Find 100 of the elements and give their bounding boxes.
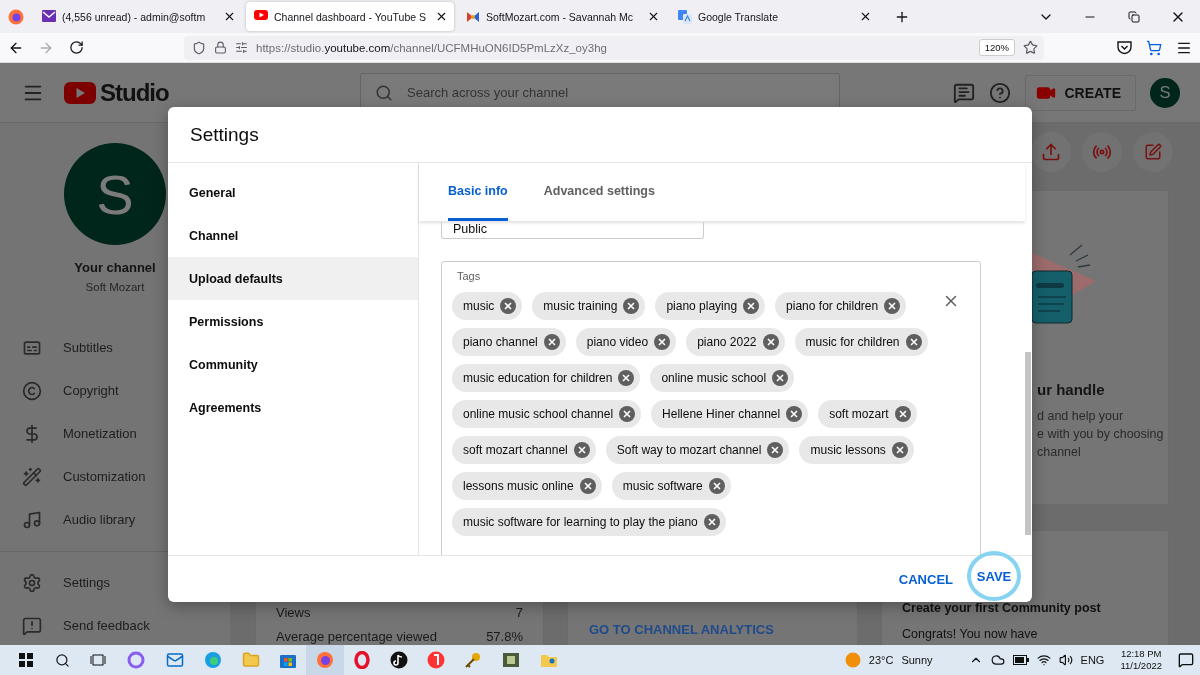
browser-tab[interactable]: Google Translate [670, 2, 878, 31]
wifi-icon[interactable] [1036, 653, 1051, 667]
tag-chip[interactable]: piano for children [775, 292, 907, 320]
tag-chip[interactable]: piano channel [452, 328, 566, 356]
tag-chip[interactable]: music training [532, 292, 646, 320]
chip-icon[interactable] [502, 652, 520, 668]
nav-item[interactable]: Send feedback [0, 604, 230, 645]
scrollbar-thumb[interactable] [1025, 352, 1031, 535]
nav-item[interactable]: Audio library [0, 498, 230, 541]
settings-section[interactable]: Community [168, 343, 418, 386]
remove-icon[interactable] [500, 298, 517, 314]
permissions-icon[interactable] [235, 41, 248, 54]
remove-icon[interactable] [891, 442, 908, 458]
visibility-select[interactable]: Public [441, 222, 704, 239]
tag-chip[interactable]: online music school channel [452, 400, 642, 428]
account-avatar[interactable]: S [1150, 77, 1180, 108]
address-bar[interactable]: https://studio.youtube.com/channel/UCFMHuON6ID5PmLzXz_oy3hg 120% [184, 35, 1044, 60]
tag-chip[interactable]: piano 2022 [686, 328, 785, 356]
close-icon[interactable] [435, 10, 448, 23]
browser-tab[interactable]: SoftMozart.com - Savannah Mc [458, 2, 666, 31]
message-icon[interactable] [953, 81, 976, 104]
settings-tab[interactable]: Advanced settings [543, 184, 655, 221]
remove-icon[interactable] [579, 478, 596, 494]
tag-chip[interactable]: piano playing [655, 292, 766, 320]
remove-icon[interactable] [772, 370, 789, 386]
key-icon[interactable] [464, 651, 482, 669]
ring-icon[interactable] [353, 651, 371, 669]
cloud-icon[interactable] [990, 653, 1005, 667]
reload-icon[interactable] [68, 40, 84, 55]
restore-icon[interactable] [1128, 10, 1140, 23]
browser-logo-icon[interactable] [316, 651, 334, 669]
close-icon[interactable] [223, 10, 236, 23]
tag-chip[interactable]: music lessons [799, 436, 914, 464]
ring-icon[interactable] [127, 651, 145, 669]
remove-icon[interactable] [767, 442, 784, 458]
envelope-icon[interactable] [166, 651, 184, 669]
nav-item[interactable]: Settings [0, 561, 230, 604]
tag-chip[interactable]: lessons music online [452, 472, 602, 500]
remove-icon[interactable] [623, 298, 640, 314]
upload-button[interactable] [1031, 132, 1071, 172]
remove-icon[interactable] [618, 370, 635, 386]
windows-icon[interactable] [19, 653, 33, 667]
browser-logo-icon[interactable] [8, 8, 24, 25]
tag-chip[interactable]: music [452, 292, 523, 320]
cancel-button[interactable]: CANCEL [894, 563, 957, 595]
tag-chip[interactable]: music education for children [452, 364, 641, 392]
create-button[interactable]: CREATE [1025, 74, 1136, 111]
remove-icon[interactable] [703, 514, 720, 530]
remove-icon[interactable] [654, 334, 671, 350]
nav-item[interactable]: Customization [0, 455, 230, 498]
remove-icon[interactable] [619, 406, 636, 422]
tags-field[interactable] [441, 261, 981, 555]
save-button[interactable]: SAVE [967, 551, 1021, 601]
store-icon[interactable] [280, 652, 296, 668]
pocket-icon[interactable] [1116, 40, 1132, 55]
settings-section[interactable]: Channel [168, 214, 418, 257]
remove-icon[interactable] [884, 298, 901, 314]
search-icon[interactable] [54, 652, 70, 668]
settings-tab[interactable]: Basic info [448, 184, 508, 221]
browser-tab[interactable]: Channel dashboard - YouTube S [246, 2, 454, 31]
shield-icon[interactable] [192, 40, 206, 55]
tag-chip[interactable]: music software for learning to play the piano [452, 508, 726, 536]
studio-logo[interactable]: Studio [64, 78, 169, 107]
language-indicator[interactable]: ENG [1080, 654, 1105, 666]
remove-icon[interactable] [786, 406, 803, 422]
lock-icon[interactable] [214, 41, 227, 54]
remove-icon[interactable] [894, 406, 911, 422]
remove-icon[interactable] [762, 334, 779, 350]
tag-chip[interactable]: piano video [575, 328, 677, 356]
folder-person-icon[interactable] [540, 652, 558, 668]
remove-icon[interactable] [543, 334, 560, 350]
cart-icon[interactable] [1146, 39, 1162, 56]
remove-icon[interactable] [708, 478, 725, 494]
zoom-badge[interactable]: 120% [978, 39, 1015, 56]
task-view-icon[interactable] [90, 653, 106, 667]
tag-chip[interactable]: online music school [650, 364, 795, 392]
tag-chip[interactable]: music software [611, 472, 731, 500]
settings-section[interactable]: Permissions [168, 300, 418, 343]
browser-tab[interactable]: (4,556 unread) - admin@softm [34, 2, 242, 31]
settings-section[interactable]: General [168, 171, 418, 214]
tag-chip[interactable]: music for children [794, 328, 928, 356]
help-icon[interactable] [989, 81, 1012, 104]
tag-chip[interactable]: Hellene Hiner channel [651, 400, 809, 428]
remove-icon[interactable] [743, 298, 760, 314]
note-icon[interactable] [390, 651, 408, 669]
settings-section[interactable]: Agreements [168, 386, 418, 429]
battery-icon[interactable] [1012, 655, 1029, 665]
app-icon[interactable] [427, 651, 445, 669]
tag-chip[interactable]: Soft way to mozart channel [605, 436, 790, 464]
clock[interactable]: 12:18 PM 11/1/2022 [1120, 648, 1162, 672]
profile-avatar[interactable]: S [64, 143, 166, 245]
close-icon[interactable] [647, 10, 660, 23]
settings-section[interactable]: Upload defaults [168, 257, 418, 300]
tag-chip[interactable]: soft mozart [818, 400, 917, 428]
remove-icon[interactable] [573, 442, 590, 458]
close-icon[interactable] [859, 10, 872, 23]
star-icon[interactable] [1023, 40, 1038, 55]
remove-icon[interactable] [905, 334, 922, 350]
notifications-icon[interactable] [1178, 652, 1194, 668]
volume-icon[interactable] [1058, 653, 1073, 667]
